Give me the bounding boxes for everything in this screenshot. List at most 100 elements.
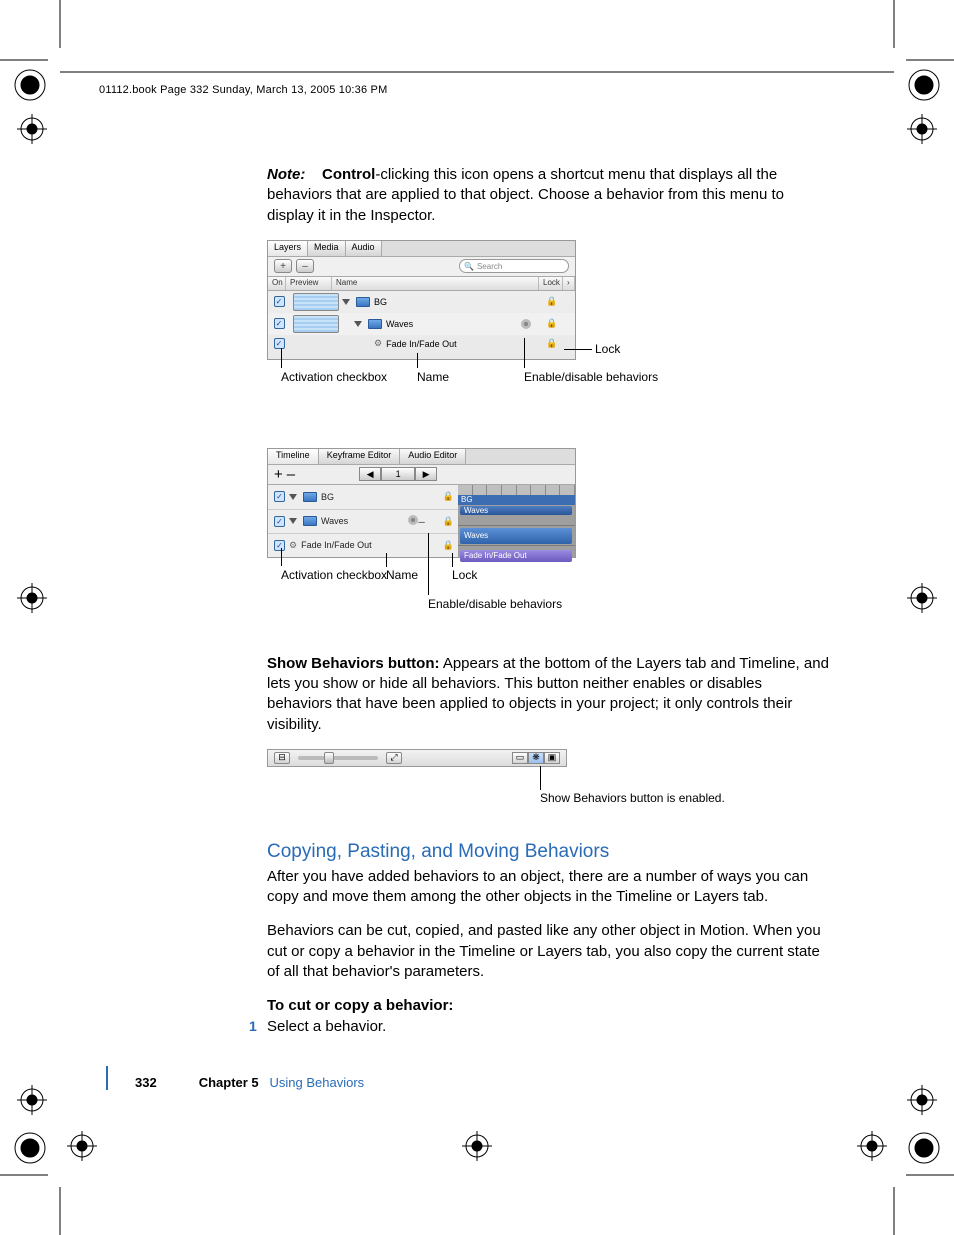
lock-icon[interactable]: 🔒 (443, 516, 454, 527)
preview-thumb (293, 315, 339, 333)
search-icon: 🔍 (464, 262, 474, 271)
track-bar-behavior[interactable]: Fade In/Fade Out (460, 550, 572, 562)
col-expand[interactable]: › (563, 277, 575, 290)
layer-row-waves[interactable]: ✓ Waves 🔒 (268, 313, 575, 335)
page-footer: 332 Chapter 5 Using Behaviors (135, 1075, 364, 1090)
behavior-icon: ⚙ (374, 338, 382, 349)
behavior-gear-icon[interactable]: ─ (408, 515, 424, 527)
lock-icon[interactable]: 🔒 (443, 540, 454, 551)
row-name: Waves (321, 516, 348, 526)
lock-icon[interactable]: 🔒 (443, 491, 454, 502)
timeline-ruler (458, 485, 575, 495)
show-keyframes-button[interactable]: ▭ (512, 752, 528, 764)
layer-row-bg[interactable]: ✓ BG 🔒 (268, 291, 575, 313)
col-preview: Preview (286, 277, 332, 290)
behavior-icon: ⚙ (289, 540, 297, 551)
row-name: Waves (386, 319, 413, 329)
callout-lock: Lock (595, 342, 620, 356)
add-button[interactable]: + (274, 466, 283, 483)
pager-page: 1 (381, 467, 415, 481)
pager-prev[interactable]: ◀ (359, 467, 381, 481)
lock-icon[interactable]: 🔒 (541, 296, 563, 307)
lock-icon[interactable]: 🔒 (541, 338, 563, 349)
behavior-gear-icon[interactable] (521, 319, 541, 329)
timeline-footer-bar: ⊟ ⤢ ▭ ❋ ▣ (267, 749, 567, 767)
timeline-row-bg[interactable]: ✓ BG 🔒 (268, 485, 458, 509)
track-bar[interactable]: Waves (460, 506, 572, 515)
howto-heading: To cut or copy a behavior: (267, 996, 829, 1016)
disclosure-triangle-icon[interactable] (289, 518, 297, 524)
tab-keyframe-editor[interactable]: Keyframe Editor (319, 449, 401, 464)
disclosure-triangle-icon[interactable] (354, 321, 362, 327)
section-heading-copy: Copying, Pasting, and Moving Behaviors (267, 841, 829, 863)
search-field[interactable]: 🔍Search (459, 259, 569, 273)
slider-thumb[interactable] (324, 752, 334, 764)
lock-icon[interactable]: 🔒 (541, 318, 563, 329)
timeline-row-waves[interactable]: ✓ Waves ─ 🔒 (268, 509, 458, 533)
track-bar[interactable]: Waves (460, 528, 572, 544)
show-behaviors-button[interactable]: ❋ (528, 752, 544, 764)
row-name: Fade In/Fade Out (301, 540, 372, 550)
callout-enable: Enable/disable behaviors (428, 597, 562, 611)
tab-timeline[interactable]: Timeline (268, 449, 319, 464)
timeline-panel-screenshot: Timeline Keyframe Editor Audio Editor + … (267, 448, 576, 558)
show-behaviors-bold: Show Behaviors button: (267, 655, 440, 672)
col-lock: Lock (539, 277, 563, 290)
track-group-header: BG (458, 495, 575, 505)
para-copy-intro: After you have added behaviors to an obj… (267, 867, 829, 908)
activation-checkbox[interactable]: ✓ (274, 338, 285, 349)
callout-enable: Enable/disable behaviors (524, 370, 658, 384)
callout-activation: Activation checkbox (281, 370, 387, 384)
activation-checkbox[interactable]: ✓ (274, 318, 285, 329)
tab-layers[interactable]: Layers (268, 241, 308, 256)
add-button[interactable]: + (274, 259, 292, 273)
tab-audio[interactable]: Audio (346, 241, 382, 256)
row-name: BG (374, 297, 387, 307)
layer-icon (368, 319, 382, 329)
row-name: BG (321, 492, 334, 502)
zoom-out-icon[interactable]: ⊟ (274, 752, 290, 764)
layer-row-fade[interactable]: ✓ ⚙ Fade In/Fade Out 🔒 (268, 335, 575, 353)
callout-name: Name (386, 568, 418, 582)
activation-checkbox[interactable]: ✓ (274, 491, 285, 502)
tab-audio-editor[interactable]: Audio Editor (400, 449, 466, 464)
preview-thumb (293, 293, 339, 311)
page-header-meta: 01112.book Page 332 Sunday, March 13, 20… (99, 84, 387, 96)
step-number: 1 (249, 1018, 257, 1034)
chapter-title: Using Behaviors (270, 1075, 365, 1090)
search-placeholder: Search (477, 262, 502, 271)
pager-next[interactable]: ▶ (415, 467, 437, 481)
note-prefix: Note: (267, 166, 305, 183)
disclosure-triangle-icon[interactable] (289, 494, 297, 500)
disclosure-triangle-icon[interactable] (342, 299, 350, 305)
timeline-row-fade[interactable]: ✓ ⚙ Fade In/Fade Out 🔒 (268, 533, 458, 557)
activation-checkbox[interactable]: ✓ (274, 516, 285, 527)
callout-activation: Activation checkbox (281, 568, 387, 582)
callout-name: Name (417, 370, 449, 384)
remove-button[interactable]: – (287, 466, 295, 483)
zoom-slider[interactable] (298, 756, 378, 760)
activation-checkbox[interactable]: ✓ (274, 540, 285, 551)
callout-lock: Lock (452, 568, 477, 582)
margin-rule (106, 1066, 108, 1090)
show-masks-button[interactable]: ▣ (544, 752, 560, 764)
col-name: Name (332, 277, 539, 290)
col-on: On (268, 277, 286, 290)
show-behaviors-paragraph: Show Behaviors button: Appears at the bo… (267, 654, 829, 735)
activation-checkbox[interactable]: ✓ (274, 296, 285, 307)
remove-button[interactable]: – (296, 259, 314, 273)
page-number: 332 (135, 1075, 157, 1090)
layer-icon (303, 516, 317, 526)
note-control-word: Control (322, 166, 375, 183)
layers-panel-screenshot: Layers Media Audio + – 🔍Search On Previe… (267, 240, 576, 360)
row-name: Fade In/Fade Out (386, 339, 457, 349)
layer-icon (303, 492, 317, 502)
layer-icon (356, 297, 370, 307)
note-paragraph: Note: Control-clicking this icon opens a… (267, 165, 829, 226)
tab-media[interactable]: Media (308, 241, 346, 256)
callout-show-behaviors: Show Behaviors button is enabled. (540, 791, 725, 805)
step-text: Select a behavior. (267, 1018, 386, 1035)
para-cut-copy: Behaviors can be cut, copied, and pasted… (267, 921, 829, 982)
zoom-fit-icon[interactable]: ⤢ (386, 752, 402, 764)
chapter-label: Chapter 5 (199, 1075, 259, 1090)
